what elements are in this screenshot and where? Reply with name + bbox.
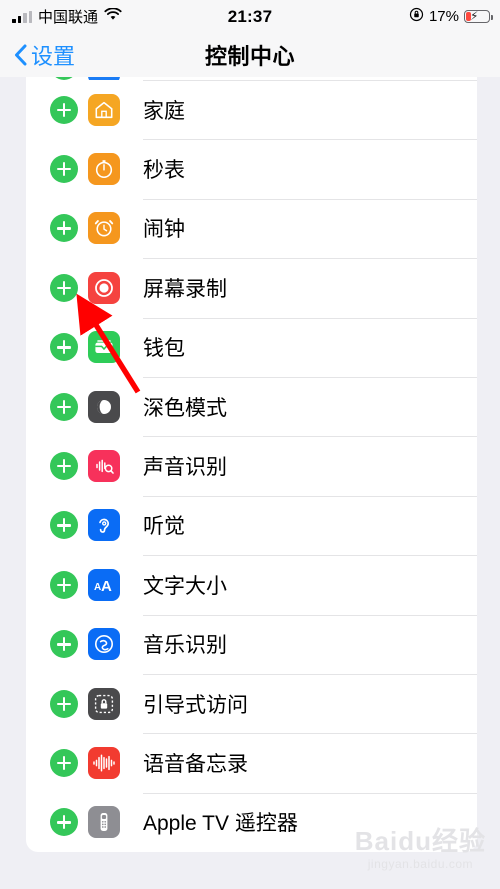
list-item[interactable]: 声音识别 xyxy=(26,436,477,495)
list-item-label: 语音备忘录 xyxy=(143,752,248,776)
separator xyxy=(143,317,477,319)
status-bar: 中国联通 21:37 17% ⚡ xyxy=(0,0,500,33)
voice-memos-icon xyxy=(88,746,120,779)
plus-circle-icon[interactable] xyxy=(50,452,78,481)
plus-circle-icon[interactable] xyxy=(50,214,78,243)
clock-label: 21:37 xyxy=(227,6,273,26)
plus-circle-icon[interactable] xyxy=(50,392,78,421)
plus-circle-icon[interactable] xyxy=(50,273,78,302)
list-item[interactable]: 语音备忘录 xyxy=(26,733,477,792)
plus-circle-icon[interactable] xyxy=(50,333,78,362)
separator xyxy=(143,258,477,260)
separator xyxy=(143,792,477,794)
music-recognition-icon xyxy=(88,628,120,661)
stopwatch-icon xyxy=(88,153,120,186)
back-button[interactable]: 设置 xyxy=(14,39,75,71)
plus-circle-icon[interactable] xyxy=(50,689,78,718)
alarm-clock-icon xyxy=(88,212,120,245)
sound-recognition-icon xyxy=(88,450,120,483)
list-item[interactable]: 音乐识别 xyxy=(26,614,477,674)
separator xyxy=(143,555,477,557)
plus-circle-icon[interactable] xyxy=(50,808,78,837)
home-icon xyxy=(88,93,120,126)
rotation-lock-icon xyxy=(409,7,424,27)
list-item-label: 屏幕录制 xyxy=(143,277,227,301)
list-item[interactable]: 钱包 xyxy=(26,317,477,377)
hearing-icon xyxy=(88,509,120,542)
plus-circle-icon[interactable] xyxy=(50,511,78,540)
separator xyxy=(143,80,477,81)
list-item[interactable]: Apple TV 遥控器 xyxy=(26,792,477,852)
dark-mode-icon xyxy=(88,390,120,423)
apple-tv-remote-icon xyxy=(88,806,120,839)
list-item-label: 听觉 xyxy=(143,515,185,539)
list-item-label: 声音识别 xyxy=(143,456,227,480)
separator xyxy=(143,495,477,497)
list-item[interactable]: 听觉 xyxy=(26,495,477,555)
plus-circle-icon[interactable] xyxy=(50,570,78,599)
list-item-label: 秒表 xyxy=(143,159,185,183)
plus-circle-icon[interactable] xyxy=(50,748,78,777)
screen-record-icon xyxy=(88,271,120,304)
list-item-label: 闹钟 xyxy=(143,218,185,242)
list-item-label: 钱包 xyxy=(143,337,185,361)
battery-percent-label: 17% xyxy=(428,8,459,25)
list-item[interactable]: A A 文字大小 xyxy=(26,555,477,614)
list-item-label: 引导式访问 xyxy=(143,693,248,717)
list-item[interactable]: 引导式访问 xyxy=(26,673,477,733)
list-item-label: 音乐识别 xyxy=(143,634,227,658)
separator xyxy=(143,436,477,438)
more-controls-list: 家庭 秒表 闹钟 屏幕录制 钱包 深色模式 声音识别 听觉 A A 文字大小 音… xyxy=(26,64,477,853)
battery-charging-icon: ⚡ xyxy=(464,10,493,23)
list-item-label: 家庭 xyxy=(143,99,185,123)
separator xyxy=(143,614,477,616)
list-item-label: 文字大小 xyxy=(143,574,227,598)
list-item[interactable]: 深色模式 xyxy=(26,376,477,436)
separator xyxy=(143,139,477,141)
chevron-left-icon xyxy=(15,44,27,66)
list-item[interactable]: 闹钟 xyxy=(26,198,477,258)
list-item[interactable]: 家庭 xyxy=(26,80,477,139)
wallet-icon xyxy=(88,331,120,364)
navigation-bar: 设置 控制中心 xyxy=(0,33,500,77)
svg-text:A: A xyxy=(101,578,112,595)
status-bar-right: 17% ⚡ xyxy=(409,7,493,27)
separator xyxy=(143,673,477,675)
separator xyxy=(143,198,477,200)
back-button-label: 设置 xyxy=(31,44,76,69)
guided-access-icon xyxy=(88,687,120,720)
plus-circle-icon[interactable] xyxy=(50,95,78,124)
list-item-label: Apple TV 遥控器 xyxy=(143,812,298,836)
list-item[interactable]: 屏幕录制 xyxy=(26,258,477,317)
control-center-settings-screen: 中国联通 21:37 17% ⚡ 设置 控制中心 家庭 秒表 闹钟 屏幕录制 钱… xyxy=(0,0,500,889)
separator xyxy=(143,733,477,735)
text-size-icon: A A xyxy=(88,568,120,601)
plus-circle-icon[interactable] xyxy=(50,155,78,184)
plus-circle-icon[interactable] xyxy=(50,630,78,659)
separator xyxy=(143,376,477,378)
list-item[interactable]: 秒表 xyxy=(26,139,477,198)
watermark-sub: jingyan.baidu.com xyxy=(367,857,473,871)
list-item-label: 深色模式 xyxy=(143,396,227,420)
